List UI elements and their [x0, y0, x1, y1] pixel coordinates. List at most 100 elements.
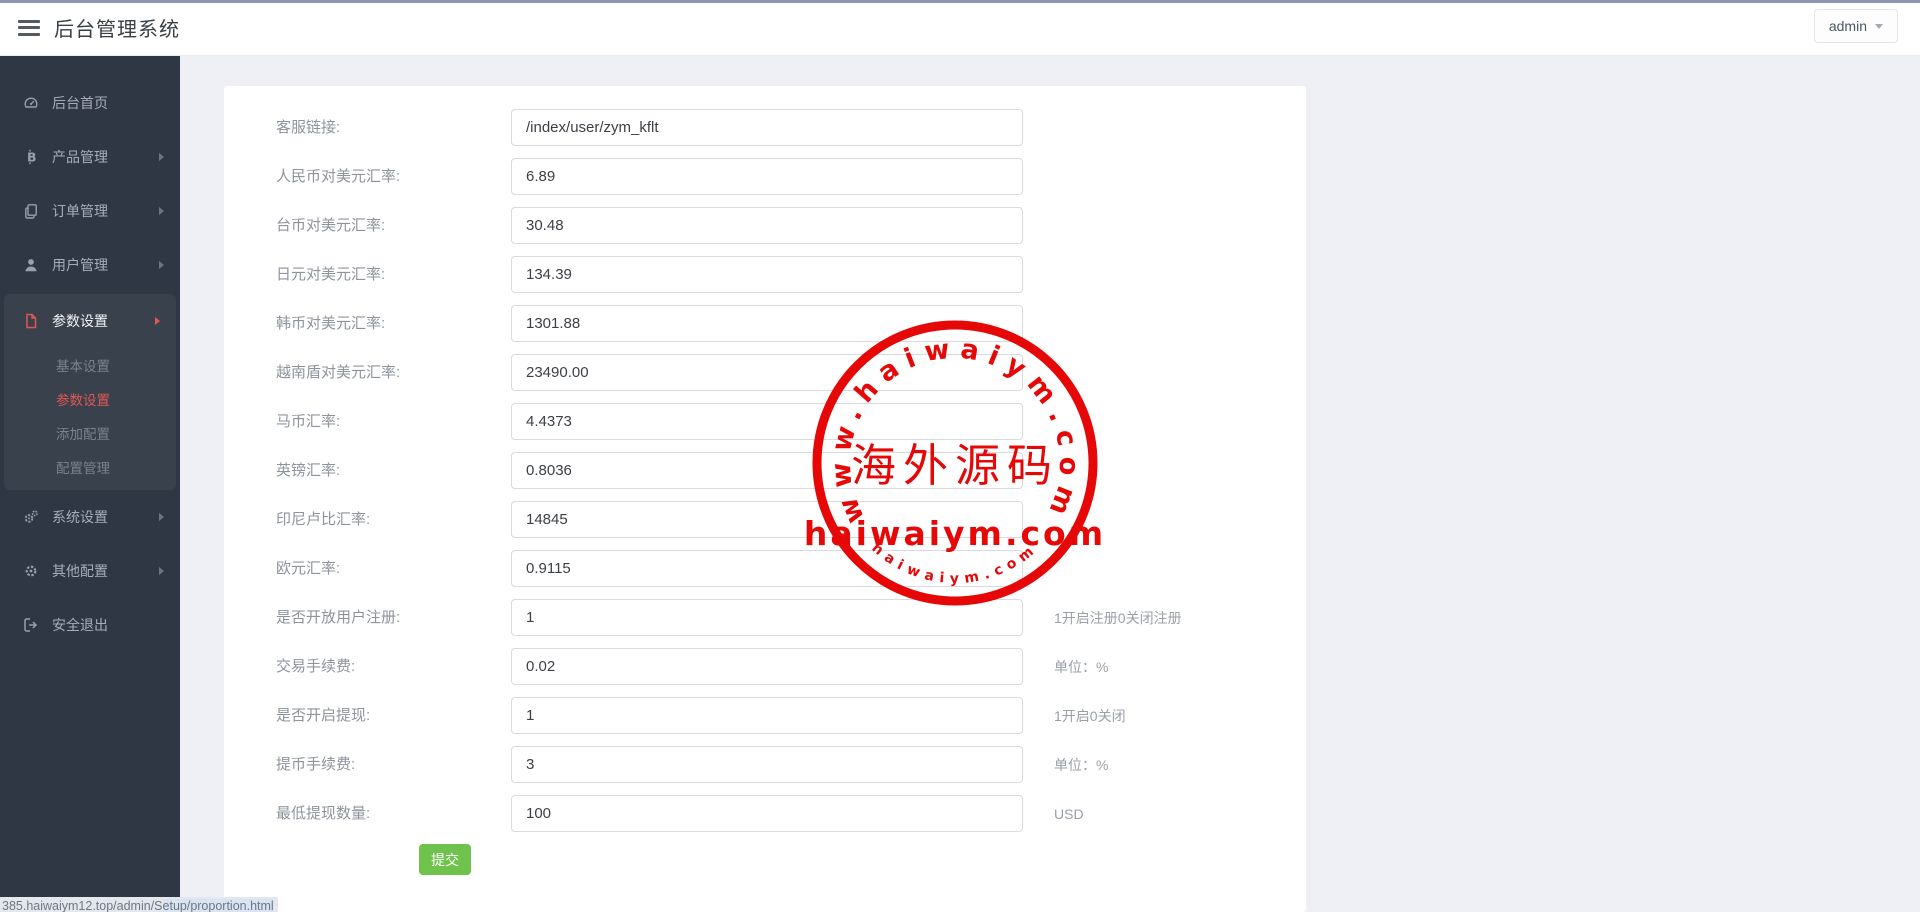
- chevron-right-icon: [159, 153, 164, 161]
- user-menu-label: admin: [1829, 18, 1867, 34]
- sidebar-item-dashboard[interactable]: 后台首页: [0, 76, 180, 130]
- field-hint-min-withdraw: USD: [1054, 797, 1084, 831]
- field-label-eur-rate: 欧元汇率:: [276, 552, 340, 586]
- signout-icon: [22, 617, 39, 634]
- field-label-gbp-rate: 英镑汇率:: [276, 454, 340, 488]
- gears-icon: [22, 509, 39, 526]
- settings-form-card: 客服链接: 人民币对美元汇率: 台币对美元汇率: 日元对美元汇率: 韩币对美元汇率: 越南…: [224, 86, 1306, 912]
- status-bar-link-preview: 385.haiwaiym12.top/admin/Setup/proportio…: [0, 897, 278, 912]
- field-label-service-link: 客服链接:: [276, 111, 340, 145]
- chevron-right-icon: [159, 207, 164, 215]
- sidebar-item-label: 订单管理: [52, 201, 159, 221]
- sidebar-subitem-param-settings[interactable]: 参数设置: [4, 382, 176, 416]
- menu-toggle-icon[interactable]: [18, 20, 40, 36]
- topbar: 后台管理系统 admin: [0, 0, 1920, 56]
- eur-rate-field[interactable]: [511, 550, 1023, 587]
- chevron-down-icon: [1875, 24, 1883, 29]
- field-hint-withdraw-open: 1开启0关闭: [1054, 699, 1126, 733]
- sidebar-subitem-config-manage[interactable]: 配置管理: [4, 450, 176, 484]
- form-row-service-link: 客服链接:: [224, 111, 1306, 145]
- chevron-right-icon: [159, 567, 164, 575]
- sidebar-item-label: 参数设置: [52, 311, 155, 331]
- sidebar-subitem-basic-settings[interactable]: 基本设置: [4, 348, 176, 382]
- gbp-rate-field[interactable]: [511, 452, 1023, 489]
- bitcoin-icon: B: [22, 149, 39, 166]
- sidebar-subitem-add-config[interactable]: 添加配置: [4, 416, 176, 450]
- form-row-register-open: 是否开放用户注册: 1开启注册0关闭注册: [224, 601, 1306, 635]
- form-row-withdraw-open: 是否开启提现: 1开启0关闭: [224, 699, 1306, 733]
- chevron-right-icon: [159, 261, 164, 269]
- field-label-register-open: 是否开放用户注册:: [276, 601, 400, 635]
- form-row-min-withdraw: 最低提现数量: USD: [224, 797, 1306, 831]
- twd-usd-rate-field[interactable]: [511, 207, 1023, 244]
- form-row-myr-rate: 马币汇率:: [224, 405, 1306, 439]
- sidebar-item-users[interactable]: 用户管理: [0, 238, 180, 292]
- sidebar-item-products[interactable]: B 产品管理: [0, 130, 180, 184]
- sidebar-item-label: 安全退出: [52, 615, 164, 635]
- chevron-right-icon: [159, 513, 164, 521]
- user-menu-button[interactable]: admin: [1814, 9, 1898, 43]
- service-link-field[interactable]: [511, 109, 1023, 146]
- gear-icon: [22, 563, 39, 580]
- field-label-trade-fee: 交易手续费:: [276, 650, 355, 684]
- withdraw-open-field[interactable]: [511, 697, 1023, 734]
- submit-button[interactable]: 提交: [419, 844, 471, 875]
- field-hint-withdraw-fee: 单位：%: [1054, 748, 1108, 782]
- field-label-krw-usd-rate: 韩币对美元汇率:: [276, 307, 385, 341]
- sidebar-item-label: 其他配置: [52, 561, 159, 581]
- sidebar-item-orders[interactable]: 订单管理: [0, 184, 180, 238]
- field-label-vnd-usd-rate: 越南盾对美元汇率:: [276, 356, 400, 390]
- orders-icon: [22, 203, 39, 220]
- main-content: 客服链接: 人民币对美元汇率: 台币对美元汇率: 日元对美元汇率: 韩币对美元汇率: 越南…: [180, 56, 1920, 912]
- form-row-krw-usd-rate: 韩币对美元汇率:: [224, 307, 1306, 341]
- form-row-withdraw-fee: 提币手续费: 单位：%: [224, 748, 1306, 782]
- top-accent-line: [0, 0, 1920, 3]
- form-row-gbp-rate: 英镑汇率:: [224, 454, 1306, 488]
- field-label-cny-usd-rate: 人民币对美元汇率:: [276, 160, 400, 194]
- sidebar-item-other[interactable]: 其他配置: [0, 544, 180, 598]
- page-title: 后台管理系统: [54, 13, 180, 42]
- dashboard-icon: [22, 95, 39, 112]
- idr-rate-field[interactable]: [511, 501, 1023, 538]
- field-hint-trade-fee: 单位：%: [1054, 650, 1108, 684]
- cny-usd-rate-field[interactable]: [511, 158, 1023, 195]
- field-label-jpy-usd-rate: 日元对美元汇率:: [276, 258, 385, 292]
- sidebar-item-logout[interactable]: 安全退出: [0, 598, 180, 652]
- jpy-usd-rate-field[interactable]: [511, 256, 1023, 293]
- field-label-twd-usd-rate: 台币对美元汇率:: [276, 209, 385, 243]
- myr-rate-field[interactable]: [511, 403, 1023, 440]
- chevron-right-icon: [155, 317, 160, 325]
- form-row-idr-rate: 印尼卢比汇率:: [224, 503, 1306, 537]
- user-icon: [22, 257, 39, 274]
- form-row-eur-rate: 欧元汇率:: [224, 552, 1306, 586]
- field-label-withdraw-fee: 提币手续费:: [276, 748, 355, 782]
- sidebar: 后台首页B产品管理订单管理用户管理参数设置基本设置参数设置添加配置配置管理系统设…: [0, 56, 180, 912]
- sidebar-item-label: 系统设置: [52, 507, 159, 527]
- register-open-field[interactable]: [511, 599, 1023, 636]
- krw-usd-rate-field[interactable]: [511, 305, 1023, 342]
- sidebar-item-label: 后台首页: [52, 93, 164, 113]
- sidebar-menu: 后台首页B产品管理订单管理用户管理参数设置基本设置参数设置添加配置配置管理系统设…: [0, 56, 180, 652]
- sidebar-item-label: 产品管理: [52, 147, 159, 167]
- form-row-trade-fee: 交易手续费: 单位：%: [224, 650, 1306, 684]
- withdraw-fee-field[interactable]: [511, 746, 1023, 783]
- trade-fee-field[interactable]: [511, 648, 1023, 685]
- svg-text:B: B: [27, 150, 37, 165]
- form-row-jpy-usd-rate: 日元对美元汇率:: [224, 258, 1306, 292]
- sidebar-item-system[interactable]: 系统设置: [0, 490, 180, 544]
- status-link-text: 385.haiwaiym12.top/admin/S: [2, 899, 163, 912]
- field-label-withdraw-open: 是否开启提现:: [276, 699, 370, 733]
- vnd-usd-rate-field[interactable]: [511, 354, 1023, 391]
- form-row-twd-usd-rate: 台币对美元汇率:: [224, 209, 1306, 243]
- sidebar-item-label: 用户管理: [52, 255, 159, 275]
- field-label-myr-rate: 马币汇率:: [276, 405, 340, 439]
- sidebar-group-params: 参数设置基本设置参数设置添加配置配置管理: [4, 294, 176, 490]
- min-withdraw-field[interactable]: [511, 795, 1023, 832]
- field-label-idr-rate: 印尼卢比汇率:: [276, 503, 370, 537]
- field-label-min-withdraw: 最低提现数量:: [276, 797, 370, 831]
- sidebar-item-params[interactable]: 参数设置: [4, 294, 176, 348]
- form-row-vnd-usd-rate: 越南盾对美元汇率:: [224, 356, 1306, 390]
- file-icon: [22, 313, 39, 330]
- status-link-text-highlight: etup/proportion.html: [163, 899, 274, 912]
- field-hint-register-open: 1开启注册0关闭注册: [1054, 601, 1182, 635]
